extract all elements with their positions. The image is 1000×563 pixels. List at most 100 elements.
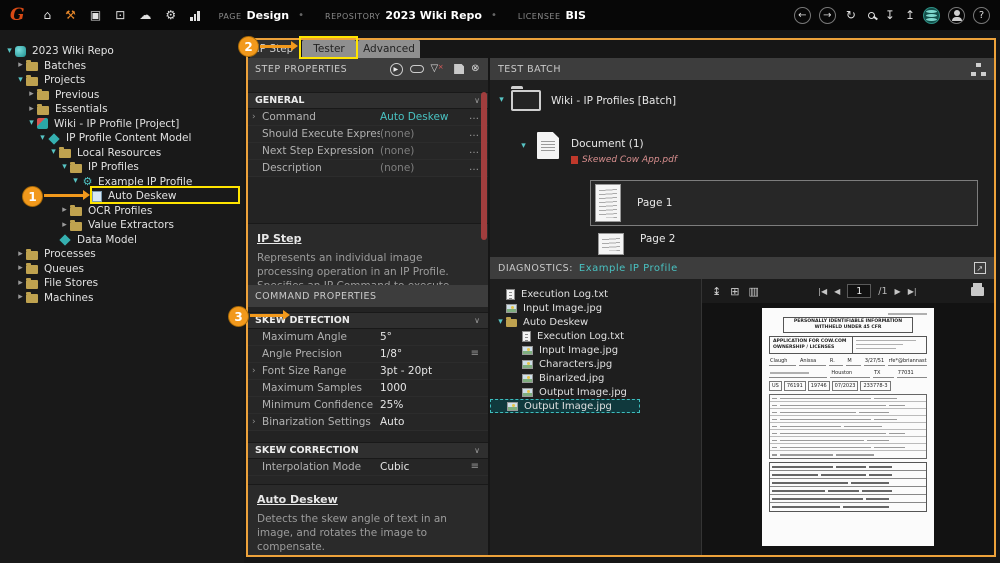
expander-icon[interactable]: ▸ [15,250,26,259]
tree-node-projects[interactable]: ▾ Projects [0,73,244,88]
tree-node-local-resources[interactable]: ▾ Local Resources [0,146,244,161]
download-icon[interactable]: ↧ [885,9,895,21]
account-icon[interactable] [948,7,965,24]
expander-icon[interactable]: ▾ [15,76,26,85]
imports-icon[interactable]: ⊡ [115,9,125,21]
diag-file-binarized[interactable]: Binarized.jpg [490,371,701,385]
property-value[interactable]: (none) [380,145,469,157]
print-icon[interactable] [971,287,984,296]
tree-node-machines[interactable]: ▸ Machines [0,291,244,306]
previous-page-icon[interactable]: ◀ [834,287,840,296]
tree-node-ip-profile-content-model[interactable]: ▾ IP Profile Content Model [0,131,244,146]
preview-toggle-icon[interactable] [410,65,424,73]
property-value[interactable]: 1000 [380,382,479,394]
property-row-maximum-samples[interactable]: Maximum Samples 1000 [247,380,488,397]
cancel-icon[interactable]: ⊗ [471,64,480,74]
property-value[interactable]: 5° [380,331,479,343]
open-external-icon[interactable]: ↗ [974,262,986,274]
diag-file-input-image-2[interactable]: Input Image.jpg [490,343,701,357]
batch-document-node[interactable]: ▾ Document (1) Skewed Cow App.pdf [518,132,677,165]
machines-icon[interactable]: ⚙ [165,9,176,21]
upload-icon[interactable]: ↥ [905,9,915,21]
zoom-region-icon[interactable]: ⊞ [730,286,739,297]
property-value[interactable]: Auto [380,416,479,428]
pages-view-icon[interactable]: ▥ [748,286,758,297]
diag-folder-auto-deskew[interactable]: ▾ Auto Deskew [490,315,701,329]
next-page-icon[interactable]: ▶ [895,287,901,296]
vertical-scrollbar[interactable] [481,92,487,240]
batch-root-node[interactable]: ▾ Wiki - IP Profiles [Batch] [496,90,676,111]
ellipsis-icon[interactable]: … [469,112,479,122]
property-row-binarization-settings[interactable]: › Binarization Settings Auto [247,414,488,431]
group-general[interactable]: GENERAL ∨ [247,92,488,109]
tree-node-batches[interactable]: ▸ Batches [0,59,244,74]
expander-icon[interactable]: ▾ [518,142,529,151]
property-row-font-size-range[interactable]: › Font Size Range 3pt - 20pt [247,363,488,380]
expander-icon[interactable]: ▾ [37,134,48,143]
run-step-icon[interactable]: ▶ [390,63,403,76]
property-row-should-execute[interactable]: Should Execute Expression (none) … [247,126,488,143]
expander-icon[interactable]: ▾ [496,96,507,105]
tree-node-ip-profiles[interactable]: ▾ IP Profiles [0,160,244,175]
expander-icon[interactable]: ▾ [4,47,15,56]
expander-icon[interactable]: ▾ [70,177,81,186]
group-skew-correction[interactable]: SKEW CORRECTION ∨ [247,442,488,459]
property-value[interactable]: (none) [380,162,469,174]
diag-file-input-image[interactable]: Input Image.jpg [490,301,701,315]
expander-icon[interactable]: ▸ [59,221,70,230]
home-icon[interactable]: ⌂ [44,9,52,21]
menu-icon[interactable]: ≡ [471,462,479,472]
expander-icon[interactable]: ▸ [15,279,26,288]
design-tools-icon[interactable]: ⚒ [65,9,76,21]
search-icon[interactable] [868,12,875,19]
menu-icon[interactable]: ≡ [471,349,479,359]
property-row-minimum-confidence[interactable]: Minimum Confidence 25% [247,397,488,414]
database-icon[interactable] [923,7,940,24]
expander-icon[interactable]: ▾ [48,148,59,157]
tab-tester[interactable]: Tester [302,40,356,58]
tree-node-previous[interactable]: ▸ Previous [0,88,244,103]
expander-icon[interactable]: ▸ [15,264,26,273]
viewer-canvas[interactable]: PERSONALLY IDENTIFIABLE INFORMATION WITH… [702,303,994,556]
tree-node-value-extractors[interactable]: ▸ Value Extractors [0,218,244,233]
profile-link[interactable]: Example IP Profile [579,263,678,274]
batches-icon[interactable]: ▣ [90,9,101,21]
expander-icon[interactable]: ▾ [59,163,70,172]
tree-node-processes[interactable]: ▸ Processes [0,247,244,262]
property-value[interactable]: Cubic [380,461,471,473]
property-row-next-step[interactable]: Next Step Expression (none) … [247,143,488,160]
property-row-interpolation-mode[interactable]: Interpolation Mode Cubic ≡ [247,459,488,476]
refresh-icon[interactable]: ↻ [846,9,856,21]
property-row-description[interactable]: Description (none) … [247,160,488,177]
save-icon[interactable] [454,64,464,74]
tree-node-2023-wiki-repo[interactable]: ▾ 2023 Wiki Repo [0,44,244,59]
clear-filter-icon[interactable]: ▽× [431,64,445,74]
first-page-icon[interactable]: |◀ [818,287,827,296]
tree-node-data-model[interactable]: Data Model [0,233,244,248]
ellipsis-icon[interactable]: … [469,163,479,173]
property-value[interactable]: (none) [380,128,469,140]
expander-icon[interactable]: ▸ [15,293,26,302]
diag-file-output-image-2[interactable]: Output Image.jpg [490,385,701,399]
expander-icon[interactable]: ▸ [59,206,70,215]
ellipsis-icon[interactable]: … [469,129,479,139]
expander-icon[interactable]: ▸ [26,105,37,114]
property-row-maximum-angle[interactable]: Maximum Angle 5° [247,329,488,346]
expander-icon[interactable]: ▸ [26,90,37,99]
tree-node-file-stores[interactable]: ▸ File Stores [0,276,244,291]
cloud-icon[interactable]: ☁ [139,9,151,21]
back-icon[interactable]: ← [794,7,811,24]
expander-icon[interactable]: ▾ [26,119,37,128]
tree-node-essentials[interactable]: ▸ Essentials [0,102,244,117]
ellipsis-icon[interactable]: … [469,146,479,156]
hierarchy-view-icon[interactable] [971,63,986,76]
property-row-command[interactable]: › Command Auto Deskew … [247,109,488,126]
property-value[interactable]: Auto Deskew [380,111,469,123]
property-row-angle-precision[interactable]: Angle Precision 1/8° ≡ [247,346,488,363]
diag-file-output-image-selected[interactable]: Output Image.jpg [490,399,640,413]
diag-file-characters[interactable]: Characters.jpg [490,357,701,371]
last-page-icon[interactable]: ▶| [908,287,917,296]
tab-advanced[interactable]: Advanced [358,40,420,58]
diag-file-execution-log[interactable]: Execution Log.txt [490,287,701,301]
expander-icon[interactable]: ▸ [15,61,26,70]
